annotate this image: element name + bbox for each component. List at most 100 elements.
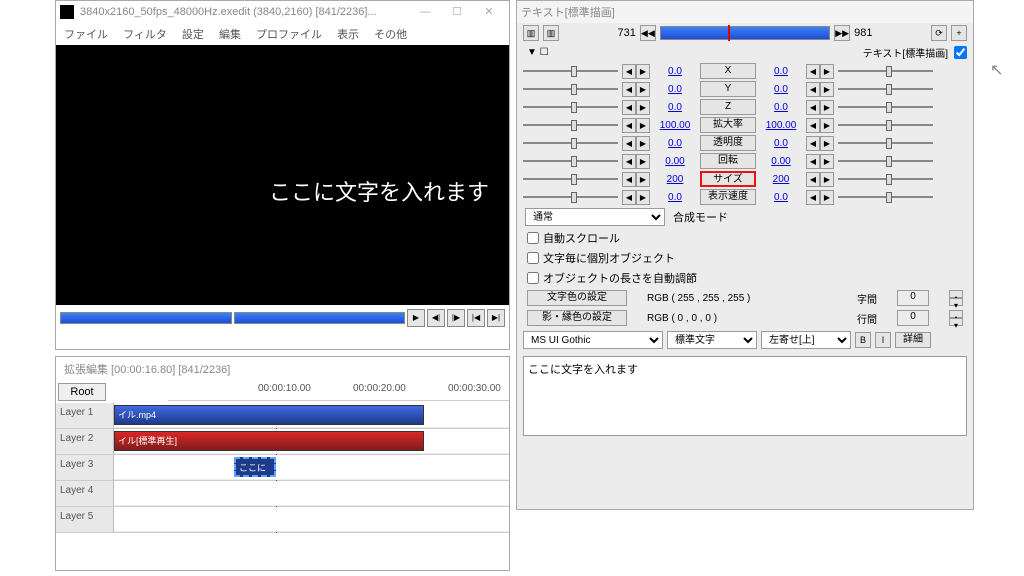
- font-select[interactable]: MS UI Gothic: [523, 331, 663, 349]
- layer-row-1[interactable]: Layer 1 イル.mp4: [56, 403, 509, 429]
- forward-button[interactable]: ▶▶: [834, 25, 850, 41]
- arrow-left-icon[interactable]: ◀: [806, 82, 820, 97]
- arrow-right-icon[interactable]: ▶: [636, 100, 650, 115]
- italic-button[interactable]: I: [875, 332, 891, 348]
- param-label-button[interactable]: 透明度: [700, 135, 756, 151]
- param-value-left[interactable]: 0.0: [654, 192, 696, 203]
- goto-start-button[interactable]: |◀: [467, 309, 485, 327]
- arrow-right-icon[interactable]: ▶: [636, 64, 650, 79]
- arrow-right-icon[interactable]: ▶: [820, 154, 834, 169]
- param-value-right[interactable]: 0.0: [760, 66, 802, 77]
- arrow-left-icon[interactable]: ◀: [622, 136, 636, 151]
- param-value-left[interactable]: 0.0: [654, 102, 696, 113]
- blend-mode-select[interactable]: 通常: [525, 208, 665, 226]
- object-enable-checkbox[interactable]: [954, 46, 967, 59]
- arrow-left-icon[interactable]: ◀: [622, 82, 636, 97]
- expand-icon[interactable]: ▼ ☐: [527, 47, 549, 58]
- arrow-left-icon[interactable]: ◀: [622, 190, 636, 205]
- layer-row-4[interactable]: Layer 4: [56, 481, 509, 507]
- step-back-button[interactable]: ◀|: [427, 309, 445, 327]
- param-value-right[interactable]: 200: [760, 174, 802, 185]
- layer-track-1[interactable]: イル.mp4: [114, 403, 509, 428]
- time-ruler[interactable]: 00:00:10.00 00:00:20.00 00:00:30.00 00:0…: [168, 381, 509, 401]
- menu-edit[interactable]: 編集: [219, 29, 241, 41]
- param-slider-left[interactable]: [523, 173, 618, 185]
- line-spacing-up[interactable]: ▴: [949, 310, 963, 318]
- clip-text[interactable]: ここに文字: [234, 457, 276, 477]
- frame-slider[interactable]: [660, 26, 830, 40]
- param-slider-left[interactable]: [523, 101, 618, 113]
- param-slider-left[interactable]: [523, 119, 618, 131]
- layer-track-4[interactable]: [114, 481, 509, 506]
- autolen-checkbox[interactable]: [527, 272, 539, 284]
- param-slider-right[interactable]: [838, 119, 933, 131]
- menu-settings[interactable]: 設定: [182, 29, 204, 41]
- param-slider-right[interactable]: [838, 173, 933, 185]
- arrow-left-icon[interactable]: ◀: [806, 172, 820, 187]
- param-value-right[interactable]: 0.0: [760, 84, 802, 95]
- close-button[interactable]: ✕: [473, 2, 505, 22]
- maximize-button[interactable]: ☐: [441, 2, 473, 22]
- param-slider-right[interactable]: [838, 65, 933, 77]
- play-button[interactable]: ▶: [407, 309, 425, 327]
- align-select[interactable]: 左寄せ[上]: [761, 331, 851, 349]
- seekbar-2[interactable]: [234, 312, 406, 324]
- clip-video[interactable]: イル.mp4: [114, 405, 424, 425]
- bold-button[interactable]: B: [855, 332, 871, 348]
- char-spacing-up[interactable]: ▴: [949, 290, 963, 298]
- props-titlebar[interactable]: テキスト[標準描画]: [517, 1, 973, 23]
- arrow-right-icon[interactable]: ▶: [820, 172, 834, 187]
- param-value-left[interactable]: 0.0: [654, 84, 696, 95]
- param-value-right[interactable]: 0.00: [760, 156, 802, 167]
- shadow-color-button[interactable]: 影・縁色の設定: [527, 310, 627, 326]
- char-spacing-down[interactable]: ▾: [949, 298, 963, 306]
- param-label-button[interactable]: サイズ: [700, 171, 756, 187]
- arrow-right-icon[interactable]: ▶: [636, 136, 650, 151]
- menu-file[interactable]: ファイル: [64, 29, 108, 41]
- param-slider-right[interactable]: [838, 101, 933, 113]
- arrow-left-icon[interactable]: ◀: [806, 190, 820, 205]
- menu-filter[interactable]: フィルタ: [123, 29, 167, 41]
- arrow-right-icon[interactable]: ▶: [820, 100, 834, 115]
- param-slider-right[interactable]: [838, 137, 933, 149]
- menu-other[interactable]: その他: [374, 29, 407, 41]
- root-button[interactable]: Root: [58, 383, 106, 401]
- param-value-left[interactable]: 100.00: [654, 120, 696, 131]
- clip-audio[interactable]: イル[標準再生]: [114, 431, 424, 451]
- layer-row-5[interactable]: Layer 5: [56, 507, 509, 533]
- arrow-left-icon[interactable]: ◀: [622, 100, 636, 115]
- seekbar-1[interactable]: [60, 312, 232, 324]
- text-color-button[interactable]: 文字色の設定: [527, 290, 627, 306]
- param-value-right[interactable]: 100.00: [760, 120, 802, 131]
- layer-track-2[interactable]: イル[標準再生]: [114, 429, 509, 454]
- param-value-left[interactable]: 0.0: [654, 138, 696, 149]
- param-label-button[interactable]: Z: [700, 99, 756, 115]
- param-value-right[interactable]: 0.0: [760, 138, 802, 149]
- goto-end-button[interactable]: ▶|: [487, 309, 505, 327]
- menu-profile[interactable]: プロファイル: [256, 29, 322, 41]
- layer-label-2[interactable]: Layer 2: [56, 429, 114, 454]
- line-spacing-down[interactable]: ▾: [949, 318, 963, 326]
- arrow-right-icon[interactable]: ▶: [636, 82, 650, 97]
- arrow-right-icon[interactable]: ▶: [820, 82, 834, 97]
- param-label-button[interactable]: 拡大率: [700, 117, 756, 133]
- perchar-checkbox[interactable]: [527, 252, 539, 264]
- param-slider-left[interactable]: [523, 191, 618, 203]
- arrow-right-icon[interactable]: ▶: [820, 136, 834, 151]
- arrow-left-icon[interactable]: ◀: [806, 100, 820, 115]
- param-slider-right[interactable]: [838, 155, 933, 167]
- param-value-left[interactable]: 0.00: [654, 156, 696, 167]
- minimize-button[interactable]: —: [409, 2, 441, 22]
- mark-start-icon[interactable]: ▥: [523, 25, 539, 41]
- param-value-right[interactable]: 0.0: [760, 192, 802, 203]
- param-slider-left[interactable]: [523, 155, 618, 167]
- arrow-left-icon[interactable]: ◀: [806, 118, 820, 133]
- line-spacing-input[interactable]: 0: [897, 310, 929, 326]
- param-label-button[interactable]: Y: [700, 81, 756, 97]
- arrow-left-icon[interactable]: ◀: [622, 154, 636, 169]
- param-label-button[interactable]: 表示速度: [700, 189, 756, 205]
- layer-track-5[interactable]: [114, 507, 509, 532]
- param-value-left[interactable]: 0.0: [654, 66, 696, 77]
- add-icon[interactable]: +: [951, 25, 967, 41]
- arrow-right-icon[interactable]: ▶: [636, 154, 650, 169]
